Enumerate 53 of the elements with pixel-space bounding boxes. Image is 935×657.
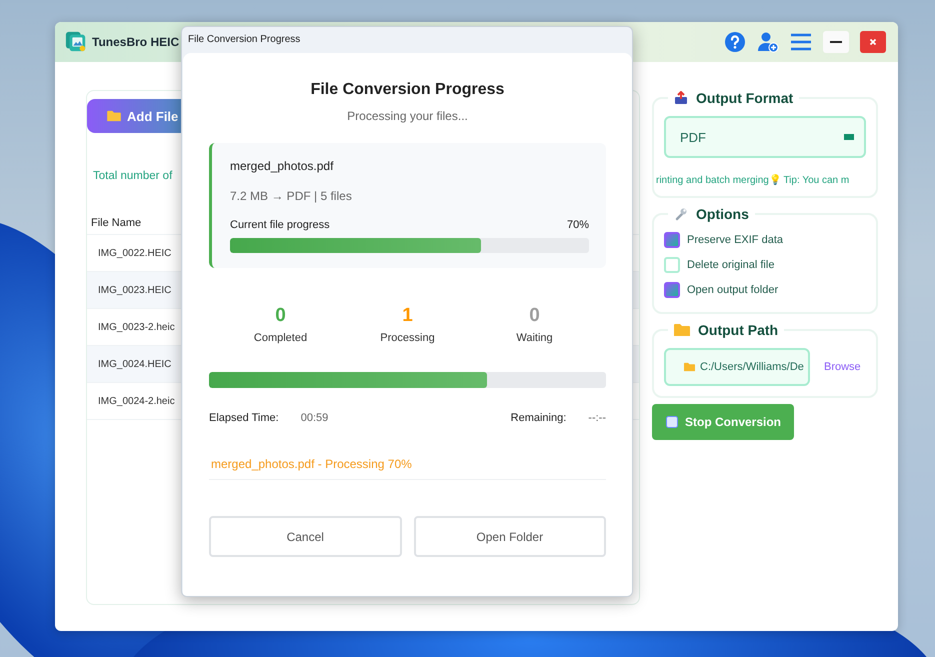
browse-link[interactable]: Browse [824, 361, 861, 373]
add-user-icon[interactable] [757, 31, 779, 53]
folder-icon [684, 362, 695, 372]
section-title: Output Path [698, 322, 778, 338]
folder-icon [107, 110, 121, 122]
stat-label: Waiting [516, 332, 553, 344]
format-dropdown[interactable]: PDF [664, 116, 866, 158]
status-subtitle: Processing your files... [346, 109, 469, 123]
tip-text: rinting and batch merging💡 Tip: You can m [656, 174, 850, 186]
stat-count: 1 [402, 305, 413, 327]
stop-icon [666, 416, 678, 428]
option-label: Preserve EXIF data [687, 234, 783, 246]
checkbox[interactable] [664, 232, 680, 248]
menu-icon[interactable] [790, 31, 812, 53]
checkbox[interactable] [664, 282, 680, 298]
elapsed-label: Elapsed Time: [209, 412, 279, 424]
table-cell: IMG_0024-2.heic [98, 396, 175, 406]
remaining-label: Remaining: [510, 412, 566, 424]
dialog-heading: File Conversion Progress [310, 81, 506, 99]
option-label: Open output folder [687, 284, 778, 296]
close-button[interactable] [860, 31, 886, 53]
app-title: TunesBro HEIC [92, 35, 180, 49]
section-title: Output Format [696, 90, 794, 106]
dash-icon [844, 134, 854, 140]
stat-count: 0 [275, 305, 286, 327]
progress-percent: 70% [566, 219, 589, 231]
stat-label: Processing [380, 332, 435, 344]
column-header: File Name [91, 216, 142, 228]
help-icon[interactable] [724, 31, 746, 53]
option-label: Delete original file [687, 259, 774, 271]
export-icon [674, 91, 688, 105]
path-field[interactable]: C:/Users/Williams/De [664, 348, 810, 386]
stat-count: 0 [529, 305, 540, 327]
photo-app-icon [65, 31, 87, 53]
table-cell: IMG_0023-2.heic [98, 322, 175, 332]
stat-label: Completed [254, 332, 308, 344]
table-cell: IMG_0022.HEIC [98, 248, 172, 258]
wrench-icon [674, 207, 688, 221]
section-title: Options [696, 206, 749, 222]
folder-icon [674, 323, 690, 337]
minimize-button[interactable] [823, 31, 849, 53]
open-folder-button[interactable]: Open Folder [414, 516, 606, 557]
cancel-button[interactable]: Cancel [209, 516, 402, 557]
dialog-title: File Conversion Progress [187, 33, 302, 47]
table-cell: IMG_0024.HEIC [98, 358, 172, 370]
file-name: merged_photos.pdf [230, 159, 334, 173]
progress-label: Current file progress [230, 219, 330, 231]
remaining-time: --:-- [588, 412, 606, 424]
elapsed-time: 00:59 [300, 412, 328, 424]
total-count-label: Total number of [93, 170, 174, 182]
status-line: merged_photos.pdf - Processing 70% [209, 457, 606, 480]
file-details: 7.2 MB → PDF | 5 files [230, 189, 353, 203]
table-cell: IMG_0023.HEIC [98, 284, 172, 296]
